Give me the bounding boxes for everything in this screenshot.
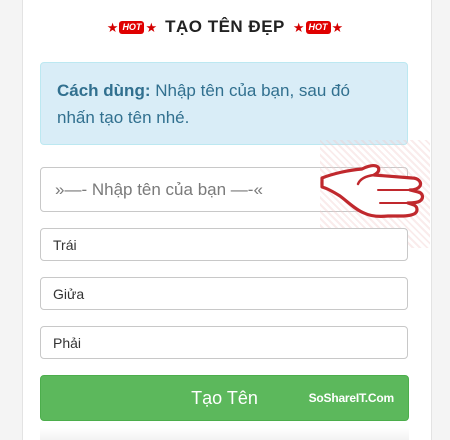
hot-badge-right: ★ HOT ★ <box>292 19 344 35</box>
page-title-row: ★ HOT ★ TẠO TÊN ĐẸP ★ HOT ★ <box>0 12 450 42</box>
right-decoration-field[interactable] <box>40 326 408 359</box>
watermark: SoShareIT.Com <box>308 391 395 405</box>
usage-label: Cách dùng: <box>57 81 151 100</box>
hot-label: HOT <box>119 20 145 34</box>
star-icon: ★ <box>106 19 119 35</box>
left-decoration-field[interactable] <box>40 228 408 261</box>
star-icon: ★ <box>145 19 158 35</box>
page-title: TẠO TÊN ĐẸP <box>165 17 285 36</box>
hot-badge-left: ★ HOT ★ <box>106 19 158 35</box>
star-icon: ★ <box>331 19 344 35</box>
hot-label: HOT <box>305 20 331 34</box>
middle-decoration-field[interactable] <box>40 277 408 310</box>
usage-info-box: Cách dùng: Nhập tên của bạn, sau đó nhấn… <box>40 62 408 145</box>
star-icon: ★ <box>292 19 305 35</box>
bottom-edge <box>40 428 409 440</box>
name-input[interactable] <box>40 167 408 212</box>
create-name-button[interactable]: Tạo Tên SoShareIT.Com <box>40 375 409 421</box>
